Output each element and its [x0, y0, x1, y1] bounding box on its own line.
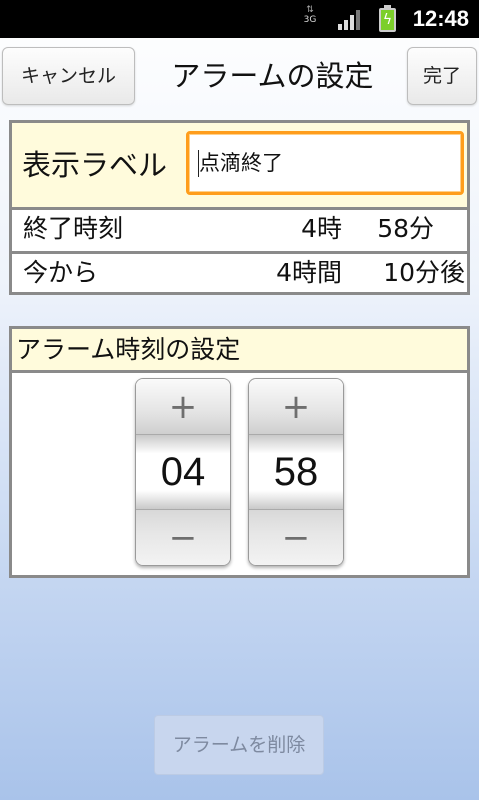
signal-icon: [338, 10, 362, 30]
done-button[interactable]: 完了: [407, 47, 477, 105]
alarm-time-panel: アラーム時刻の設定: [9, 326, 470, 578]
display-label-title: 表示ラベル: [22, 148, 168, 182]
hour-value[interactable]: 04: [136, 435, 230, 509]
end-time-hour: 4時: [301, 214, 342, 243]
minute-spinner: + 58 −: [248, 378, 344, 566]
end-time-label: 終了時刻: [23, 214, 124, 243]
delete-alarm-button[interactable]: アラームを削除: [154, 715, 324, 775]
status-clock: 12:48: [412, 6, 469, 31]
from-now-label: 今から: [23, 258, 99, 287]
page-title: アラームの設定: [171, 59, 374, 93]
end-time-row: 終了時刻 4時 58分: [12, 210, 467, 251]
display-label-input[interactable]: 点滴終了: [186, 131, 464, 195]
battery-charging-icon: ϟ: [379, 5, 396, 32]
end-time-minute: 58分: [377, 214, 434, 243]
hour-spinner: + 04 −: [135, 378, 231, 566]
cancel-button[interactable]: キャンセル: [2, 47, 135, 105]
network-3g-icon: ⇅ 3G: [303, 5, 317, 26]
display-label-value: 点滴終了: [199, 151, 283, 175]
status-bar: ⇅ 3G ϟ 12:48: [0, 0, 479, 38]
from-now-hours: 4時間: [276, 258, 342, 287]
minute-decrement-button[interactable]: −: [249, 509, 343, 565]
alarm-time-header: アラーム時刻の設定: [12, 329, 467, 373]
alarm-info-panel: 表示ラベル 点滴終了 終了時刻 4時 58分 今から 4時間 10分後: [9, 120, 470, 295]
from-now-row: 今から 4時間 10分後: [12, 251, 467, 292]
display-label-row: 表示ラベル 点滴終了: [12, 123, 467, 207]
minute-value[interactable]: 58: [249, 435, 343, 509]
hour-increment-button[interactable]: +: [136, 379, 230, 435]
from-now-minutes: 10分後: [383, 258, 465, 287]
hour-decrement-button[interactable]: −: [136, 509, 230, 565]
minute-increment-button[interactable]: +: [249, 379, 343, 435]
